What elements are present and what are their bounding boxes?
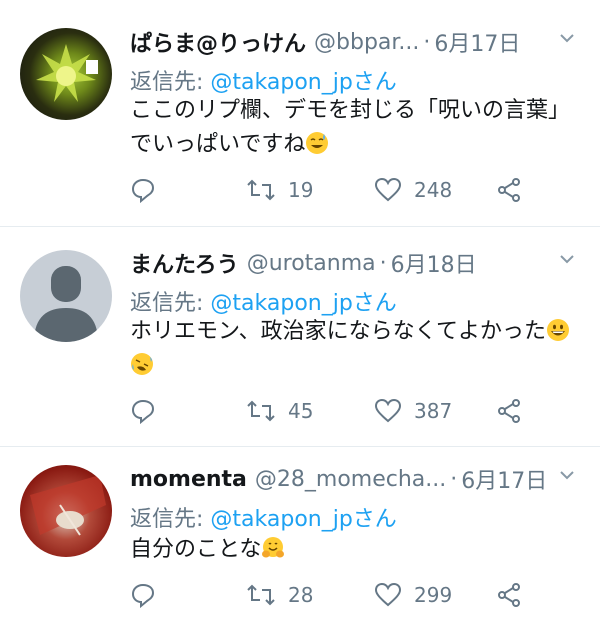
reply-to-link[interactable]: @takapon_jpさん — [210, 70, 396, 95]
avatar[interactable] — [20, 465, 112, 557]
like-button[interactable]: 248 — [374, 177, 452, 203]
retweet-button[interactable]: 45 — [246, 398, 313, 424]
tweet[interactable]: momenta @28_momecha... · 6月17日 返信先: @tak… — [0, 447, 600, 620]
like-button[interactable]: 387 — [374, 398, 452, 424]
avatar-image — [36, 44, 98, 102]
reply-button[interactable] — [130, 582, 156, 608]
separator-dot: · — [379, 250, 387, 276]
reply-prefix: 返信先: — [130, 291, 204, 316]
user-handle[interactable]: @urotanma — [247, 251, 376, 276]
reply-icon — [131, 399, 155, 424]
reply-context: 返信先: @takapon_jpさん — [130, 64, 397, 96]
tweet-text-content: 自分のことな — [130, 537, 262, 562]
tweet-actions: 28 299 — [130, 582, 530, 612]
tweet-date[interactable]: 6月18日 — [391, 247, 477, 279]
like-count: 299 — [414, 583, 453, 607]
share-button[interactable] — [496, 177, 522, 203]
tweet-text-content: ここのリプ欄、デモを封じる「呪いの言葉」でいっぱいですね — [130, 98, 571, 157]
avatar[interactable] — [20, 28, 112, 120]
reply-icon — [131, 583, 155, 608]
reply-prefix: 返信先: — [130, 70, 204, 95]
tweet-date[interactable]: 6月17日 — [434, 26, 520, 58]
rofl-emoji-icon — [131, 353, 153, 375]
like-count: 248 — [414, 178, 453, 202]
reply-button[interactable] — [130, 177, 156, 203]
tweet-text: ここのリプ欄、デモを封じる「呪いの言葉」でいっぱいですね — [130, 94, 580, 162]
share-icon — [498, 583, 520, 607]
grinning-emoji-icon — [547, 319, 570, 341]
reply-context: 返信先: @takapon_jpさん — [130, 501, 397, 533]
heart-icon — [374, 582, 402, 607]
reply-context: 返信先: @takapon_jpさん — [130, 285, 397, 317]
chevron-down-icon[interactable] — [558, 465, 576, 490]
retweet-count: 19 — [288, 178, 314, 202]
tweet-header: ぱらま@りっけん @bbpar... · 6月17日 — [130, 26, 576, 58]
tweet-actions: 19 248 — [130, 177, 530, 207]
hugging-emoji-icon — [262, 537, 285, 558]
user-handle[interactable]: @28_momecha... — [255, 467, 446, 492]
tweet-text: 自分のことな — [130, 533, 580, 567]
display-name[interactable]: ぱらま@りっけん — [130, 26, 306, 58]
retweet-count: 45 — [288, 399, 314, 423]
tweet[interactable]: まんたろう @urotanma · 6月18日 返信先: @takapon_jp… — [0, 227, 600, 447]
heart-icon — [374, 177, 402, 202]
share-icon — [498, 399, 520, 423]
avatar-image — [30, 475, 106, 536]
reply-button[interactable] — [130, 398, 156, 424]
tweet-text-content: ホリエモン、政治家にならなくてよかった — [130, 319, 547, 344]
reply-prefix: 返信先: — [130, 507, 204, 532]
retweet-icon — [247, 584, 275, 606]
retweet-icon — [247, 179, 275, 201]
chevron-down-icon[interactable] — [558, 249, 576, 274]
share-icon — [498, 178, 520, 202]
heart-icon — [374, 398, 402, 423]
retweet-count: 28 — [288, 583, 314, 607]
sweat-smile-emoji-icon — [306, 132, 329, 154]
reply-to-link[interactable]: @takapon_jpさん — [210, 291, 396, 316]
separator-dot: · — [423, 29, 431, 55]
retweet-button[interactable]: 28 — [246, 582, 313, 608]
chevron-down-icon[interactable] — [558, 28, 576, 53]
share-button[interactable] — [496, 398, 522, 424]
tweet[interactable]: ぱらま@りっけん @bbpar... · 6月17日 返信先: @takapon… — [0, 0, 600, 227]
retweet-icon — [247, 400, 275, 422]
tweet-header: まんたろう @urotanma · 6月18日 — [130, 247, 576, 279]
tweet-date[interactable]: 6月17日 — [461, 463, 547, 495]
like-button[interactable]: 299 — [374, 582, 452, 608]
like-count: 387 — [414, 399, 453, 423]
separator-dot: · — [450, 466, 458, 492]
retweet-button[interactable]: 19 — [246, 177, 313, 203]
reply-icon — [131, 178, 155, 203]
display-name[interactable]: momenta — [130, 467, 247, 492]
reply-to-link[interactable]: @takapon_jpさん — [210, 507, 396, 532]
tweet-header: momenta @28_momecha... · 6月17日 — [130, 463, 576, 495]
share-button[interactable] — [496, 582, 522, 608]
default-avatar-icon — [34, 266, 98, 342]
user-handle[interactable]: @bbpar... — [314, 30, 419, 55]
tweet-actions: 45 387 — [130, 398, 530, 428]
avatar[interactable] — [20, 250, 112, 342]
tweet-text: ホリエモン、政治家にならなくてよかった — [130, 315, 580, 383]
display-name[interactable]: まんたろう — [130, 247, 239, 279]
